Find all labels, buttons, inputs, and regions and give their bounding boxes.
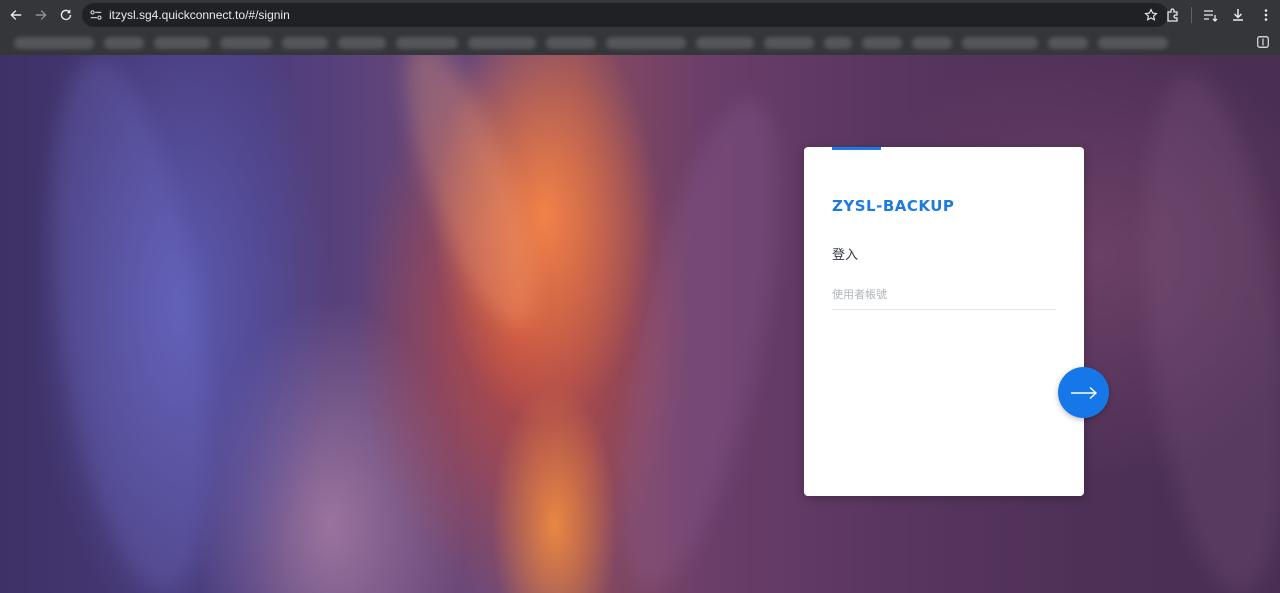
bookmark-item[interactable] [1048,36,1088,49]
login-card: ZYSL-BACKUP 登入 [804,147,1084,496]
reading-list-icon[interactable] [1202,7,1218,23]
bookmark-item[interactable] [338,36,386,49]
bookmark-item[interactable] [546,36,596,49]
bookmark-item[interactable] [14,36,94,49]
bookmark-item[interactable] [962,36,1038,49]
reload-icon[interactable] [56,5,76,25]
bookmarks-bar [0,30,1280,55]
card-accent-bar [832,147,881,150]
bookmark-item[interactable] [220,36,272,49]
arrow-right-icon [1070,386,1097,399]
bookmark-item[interactable] [862,36,902,49]
url-text[interactable]: itzysl.sg4.quickconnect.to/#/signin [109,8,290,22]
bookmark-item[interactable] [696,36,754,49]
canyon-streak-decoration [1123,69,1280,593]
bookmark-item[interactable] [396,36,458,49]
bookmark-item[interactable] [764,36,814,49]
canyon-streak-decoration [589,87,811,593]
back-arrow-icon[interactable] [6,5,26,25]
username-input[interactable] [832,280,1056,310]
toolbar-actions [1159,0,1280,30]
server-name: ZYSL-BACKUP [832,197,955,215]
bookmark-item[interactable] [912,36,952,49]
canyon-streak-decoration [23,55,237,593]
bookmark-item[interactable] [1098,36,1168,49]
site-settings-icon[interactable] [89,8,103,22]
bookmark-star-icon[interactable] [1144,8,1158,22]
bookmark-item[interactable] [154,36,210,49]
next-button[interactable] [1058,367,1109,418]
bookmark-item[interactable] [824,36,852,49]
bookmark-item[interactable] [468,36,536,49]
bookmark-item[interactable] [104,36,144,49]
address-bar[interactable]: itzysl.sg4.quickconnect.to/#/signin [82,3,1168,27]
extensions-icon[interactable] [1165,7,1181,23]
bookmark-item[interactable] [282,36,328,49]
download-icon[interactable] [1230,7,1246,23]
bookmarks-overflow-icon[interactable] [1256,35,1270,49]
signin-background [0,55,1280,593]
signin-heading: 登入 [832,248,859,263]
browser-toolbar: itzysl.sg4.quickconnect.to/#/signin [0,0,1280,30]
bookmark-item[interactable] [606,36,686,49]
more-vert-icon[interactable] [1258,7,1274,23]
canyon-streak-decoration [381,55,559,340]
toolbar-separator [1191,7,1192,23]
forward-arrow-icon[interactable] [31,5,51,25]
